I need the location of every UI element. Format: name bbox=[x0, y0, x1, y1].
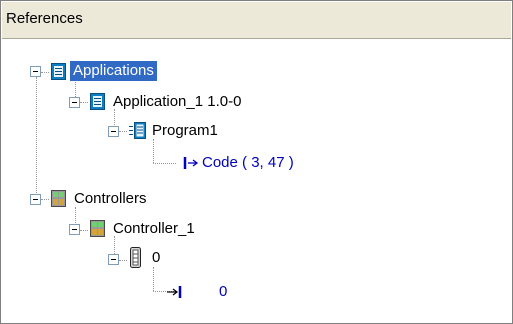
node-label-controllers[interactable]: Controllers bbox=[74, 189, 147, 209]
program-icon bbox=[129, 122, 146, 139]
tree-line bbox=[41, 199, 49, 200]
document-icon bbox=[51, 63, 66, 80]
node-label-program1[interactable]: Program1 bbox=[152, 121, 218, 141]
tree-line bbox=[119, 131, 127, 132]
document-icon bbox=[90, 93, 105, 110]
collapse-toggle[interactable] bbox=[30, 194, 41, 205]
tree-line bbox=[80, 230, 88, 231]
node-label-item-0[interactable]: 0 bbox=[219, 282, 227, 302]
module-icon bbox=[130, 247, 141, 268]
tree-line bbox=[153, 139, 154, 163]
node-label-application-1[interactable]: Application_1 1.0-0 bbox=[113, 92, 241, 112]
node-label-code[interactable]: Code ( 3, 47 ) bbox=[202, 153, 294, 173]
node-label-applications[interactable]: Applications bbox=[70, 61, 157, 81]
collapse-toggle[interactable] bbox=[30, 66, 41, 77]
tree-line bbox=[80, 102, 88, 103]
tree-line bbox=[41, 72, 49, 73]
references-panel: References Applications Application_1 1.… bbox=[0, 0, 513, 324]
collapse-toggle[interactable] bbox=[108, 126, 119, 137]
io-arrow-icon bbox=[167, 286, 182, 298]
collapse-toggle[interactable] bbox=[69, 224, 80, 235]
controller-icon bbox=[51, 190, 66, 207]
tree-line bbox=[153, 163, 176, 164]
references-tree[interactable]: Applications Application_1 1.0-0 Program… bbox=[1, 1, 512, 323]
node-label-controller-1[interactable]: Controller_1 bbox=[113, 219, 195, 239]
tree-line bbox=[36, 77, 37, 199]
tree-line bbox=[119, 260, 127, 261]
collapse-toggle[interactable] bbox=[69, 97, 80, 108]
code-pointer-icon bbox=[183, 157, 199, 169]
controller-icon bbox=[90, 220, 105, 237]
tree-line bbox=[153, 267, 154, 291]
collapse-toggle[interactable] bbox=[108, 254, 119, 265]
node-label-slot-0[interactable]: 0 bbox=[152, 248, 160, 268]
